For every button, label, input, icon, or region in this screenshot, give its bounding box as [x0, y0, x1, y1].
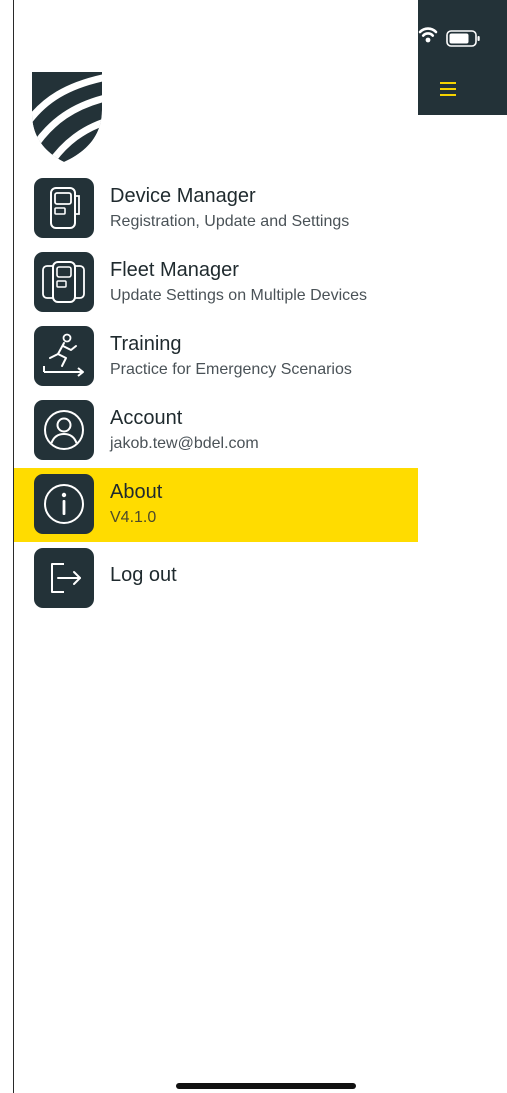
home-indicator[interactable]: [176, 1083, 356, 1089]
menu-item-device-manager[interactable]: Device Manager Registration, Update and …: [14, 172, 418, 246]
menu-item-title: Device Manager: [110, 185, 256, 207]
wifi-icon: [418, 27, 438, 43]
device-icon: [34, 178, 94, 238]
user-icon: [34, 400, 94, 460]
header-panel: [418, 0, 507, 115]
menu-item-about[interactable]: About V4.1.0: [14, 468, 418, 542]
menu-item-subtitle: V4.1.0: [110, 509, 157, 526]
menu-item-subtitle: Update Settings on Multiple Devices: [110, 287, 368, 304]
menu-item-subtitle: Registration, Update and Settings: [110, 213, 350, 230]
logout-icon: [34, 548, 94, 608]
menu-item-title: Account: [110, 407, 183, 429]
menu-item-title: Log out: [110, 564, 177, 586]
menu-item-title: Fleet Manager: [110, 259, 239, 281]
menu-item-training[interactable]: Training Practice for Emergency Scenario…: [14, 320, 418, 394]
status-bar: [418, 26, 507, 52]
menu-item-subtitle: jakob.tew@bdel.com: [110, 435, 259, 452]
battery-icon: [446, 30, 480, 47]
info-icon: [34, 474, 94, 534]
menu-item-fleet-manager[interactable]: Fleet Manager Update Settings on Multipl…: [14, 246, 418, 320]
fleet-devices-icon: [34, 252, 94, 312]
menu-item-account[interactable]: Account jakob.tew@bdel.com: [14, 394, 418, 468]
app-screen: Device Manager Registration, Update and …: [0, 0, 507, 1093]
navigation-menu: Device Manager Registration, Update and …: [14, 172, 418, 616]
hamburger-menu-icon[interactable]: [440, 82, 458, 96]
menu-item-title: About: [110, 481, 163, 503]
menu-item-subtitle: Practice for Emergency Scenarios: [110, 361, 352, 378]
running-person-icon: [34, 326, 94, 386]
menu-item-log-out[interactable]: Log out: [14, 542, 418, 616]
brand-shield-logo: [32, 72, 102, 162]
menu-item-title: Training: [110, 333, 182, 355]
